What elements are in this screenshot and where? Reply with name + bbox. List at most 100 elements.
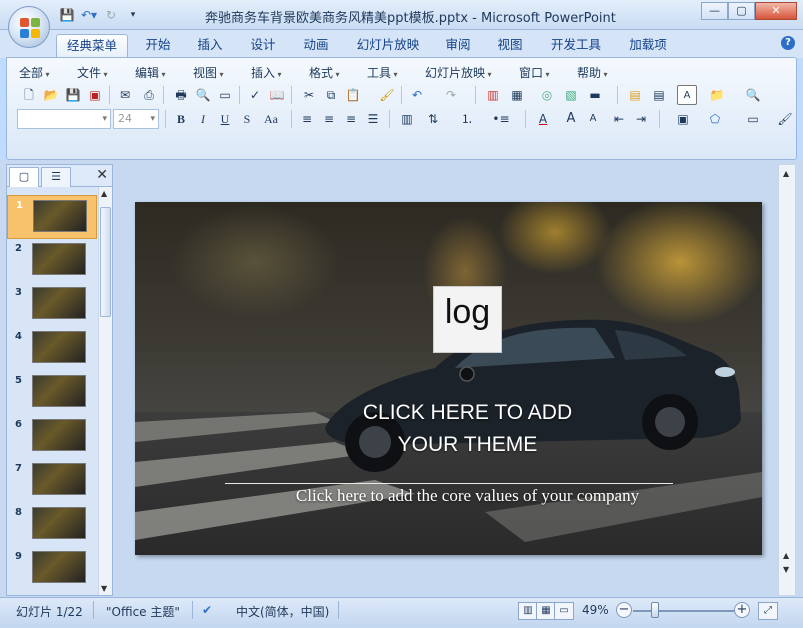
tab-insert[interactable]: 插入 xyxy=(190,34,230,58)
text-direction-icon[interactable]: ⇅ xyxy=(423,109,443,129)
arrange-icon[interactable]: ▣ xyxy=(673,109,693,129)
zoom-slider[interactable] xyxy=(633,610,737,612)
fill-icon[interactable]: 🖌 xyxy=(775,109,795,129)
picture-icon[interactable]: ▧ xyxy=(561,85,581,105)
editor-scrollbar[interactable]: ▲ ▲ ▼ xyxy=(778,164,796,596)
publish-icon[interactable]: ⎙ xyxy=(139,85,159,105)
tab-slide-show[interactable]: 幻灯片放映 xyxy=(350,34,426,58)
spelling-icon[interactable]: ✓ xyxy=(245,85,265,105)
research-icon[interactable]: 📖 xyxy=(267,85,287,105)
minimize-button[interactable]: — xyxy=(701,2,728,20)
align-center-icon[interactable]: ≡ xyxy=(319,109,339,129)
tab-review[interactable]: 审阅 xyxy=(438,34,478,58)
menu-view[interactable]: 视图 xyxy=(193,64,224,81)
permission-icon[interactable]: ▣ xyxy=(85,85,105,105)
menu-format[interactable]: 格式 xyxy=(309,64,340,81)
menu-file[interactable]: 文件 xyxy=(77,64,108,81)
undo-icon[interactable]: ↶▾ xyxy=(80,7,98,23)
zoom-level[interactable]: 49% xyxy=(582,603,609,617)
save-icon[interactable]: 💾 xyxy=(63,85,83,105)
slide-thumbnail[interactable]: 8 xyxy=(7,503,97,547)
close-button[interactable]: ✕ xyxy=(755,2,797,20)
bullets-icon[interactable]: •≡ xyxy=(491,109,511,129)
close-pane-icon[interactable]: ✕ xyxy=(96,167,108,183)
scroll-up-icon[interactable]: ▲ xyxy=(101,189,107,198)
menu-help[interactable]: 帮助 xyxy=(577,64,608,81)
next-slide-icon[interactable]: ▼ xyxy=(783,565,789,574)
font-size-combo[interactable]: 24 xyxy=(113,109,159,129)
table-icon[interactable]: ▦ xyxy=(507,85,527,105)
logo-placeholder[interactable]: log xyxy=(433,286,502,353)
tab-animations[interactable]: 动画 xyxy=(296,34,336,58)
customize-qat-icon[interactable]: ▾ xyxy=(124,7,142,23)
menu-tools[interactable]: 工具 xyxy=(367,64,398,81)
format-painter-icon[interactable]: 🖌 xyxy=(377,85,397,105)
new-icon[interactable]: 🗋 xyxy=(19,85,39,105)
increase-indent-icon[interactable]: ⇥ xyxy=(631,109,651,129)
menu-edit[interactable]: 编辑 xyxy=(135,64,166,81)
tab-home[interactable]: 开始 xyxy=(138,34,178,58)
tab-add-ins[interactable]: 加载项 xyxy=(622,34,674,58)
slide-thumbnail[interactable]: 9 xyxy=(7,547,97,591)
new-slide-icon[interactable]: ▤ xyxy=(625,85,645,105)
scroll-up-icon[interactable]: ▲ xyxy=(783,169,789,178)
align-right-icon[interactable]: ≡ xyxy=(341,109,361,129)
help-icon[interactable]: ? xyxy=(781,36,795,50)
redo-icon[interactable]: ↻ xyxy=(102,7,120,23)
redo-icon[interactable]: ↷ xyxy=(441,85,461,105)
open-icon[interactable]: 📂 xyxy=(41,85,61,105)
previous-slide-icon[interactable]: ▲ xyxy=(783,551,789,560)
scroll-thumb[interactable] xyxy=(100,207,111,317)
spelling-check-icon[interactable]: ✔ xyxy=(202,603,212,617)
tab-classic-menu[interactable]: 经典菜单 xyxy=(56,34,128,58)
paste-icon[interactable]: 📋 xyxy=(343,85,363,105)
textbox-icon[interactable]: A xyxy=(677,85,697,105)
menu-insert[interactable]: 插入 xyxy=(251,64,282,81)
slide-thumbnail[interactable]: 1 xyxy=(7,195,97,239)
slide-thumbnail[interactable]: 5 xyxy=(7,371,97,415)
slide-subtitle[interactable]: Click here to add the core values of you… xyxy=(195,485,740,507)
menu-all[interactable]: 全部 xyxy=(19,64,50,81)
office-button[interactable] xyxy=(8,6,50,48)
change-case-icon[interactable]: Aa xyxy=(261,109,281,129)
italic-icon[interactable]: I xyxy=(193,109,213,129)
clipart-icon[interactable]: ◎ xyxy=(537,85,557,105)
theme-name[interactable]: "Office 主题" xyxy=(106,603,180,620)
justify-icon[interactable]: ☰ xyxy=(363,109,383,129)
undo-icon[interactable]: ↶ xyxy=(407,85,427,105)
slide-thumbnail[interactable]: 3 xyxy=(7,283,97,327)
tab-view[interactable]: 视图 xyxy=(490,34,530,58)
color-grayscale-icon[interactable]: ▬ xyxy=(585,85,605,105)
slide-thumbnail[interactable]: 4 xyxy=(7,327,97,371)
slide-thumbnail[interactable]: 2 xyxy=(7,239,97,283)
grow-font-icon[interactable]: A xyxy=(561,109,581,129)
zoom-in-button[interactable]: + xyxy=(734,602,750,618)
slide-thumbnail[interactable]: 6 xyxy=(7,415,97,459)
columns-icon[interactable]: ▥ xyxy=(397,109,417,129)
shapes-icon[interactable]: ⬠ xyxy=(705,109,725,129)
save-icon[interactable]: 💾 xyxy=(58,7,76,23)
slide-title[interactable]: CLICK HERE TO ADD YOUR THEME xyxy=(305,397,630,461)
chart-icon[interactable]: ▥ xyxy=(483,85,503,105)
thumbnail-scrollbar[interactable]: ▲ ▼ xyxy=(98,187,112,595)
slides-tab[interactable]: ▢ xyxy=(9,167,39,187)
print-preview-icon[interactable]: 🔍 xyxy=(193,85,213,105)
copy-icon[interactable]: ⧉ xyxy=(321,85,341,105)
zoom-out-button[interactable]: − xyxy=(616,602,632,618)
shape-style-icon[interactable]: ▭ xyxy=(743,109,763,129)
tab-developer[interactable]: 开发工具 xyxy=(544,34,608,58)
font-name-combo[interactable] xyxy=(17,109,111,129)
maximize-button[interactable]: ▢ xyxy=(728,2,755,20)
outline-tab[interactable]: ☰ xyxy=(41,167,71,187)
bold-icon[interactable]: B xyxy=(171,109,191,129)
fit-to-window-button[interactable]: ⤢ xyxy=(758,602,778,620)
decrease-indent-icon[interactable]: ⇤ xyxy=(609,109,629,129)
normal-view-icon[interactable]: ▭ xyxy=(215,85,235,105)
slide-layout-icon[interactable]: ▤ xyxy=(649,85,669,105)
menu-window[interactable]: 窗口 xyxy=(519,64,550,81)
shrink-font-icon[interactable]: A xyxy=(583,109,603,129)
tab-design[interactable]: 设计 xyxy=(243,34,283,58)
find-icon[interactable]: 🔍 xyxy=(743,85,763,105)
align-left-icon[interactable]: ≡ xyxy=(297,109,317,129)
font-color-icon[interactable]: A xyxy=(533,109,553,129)
